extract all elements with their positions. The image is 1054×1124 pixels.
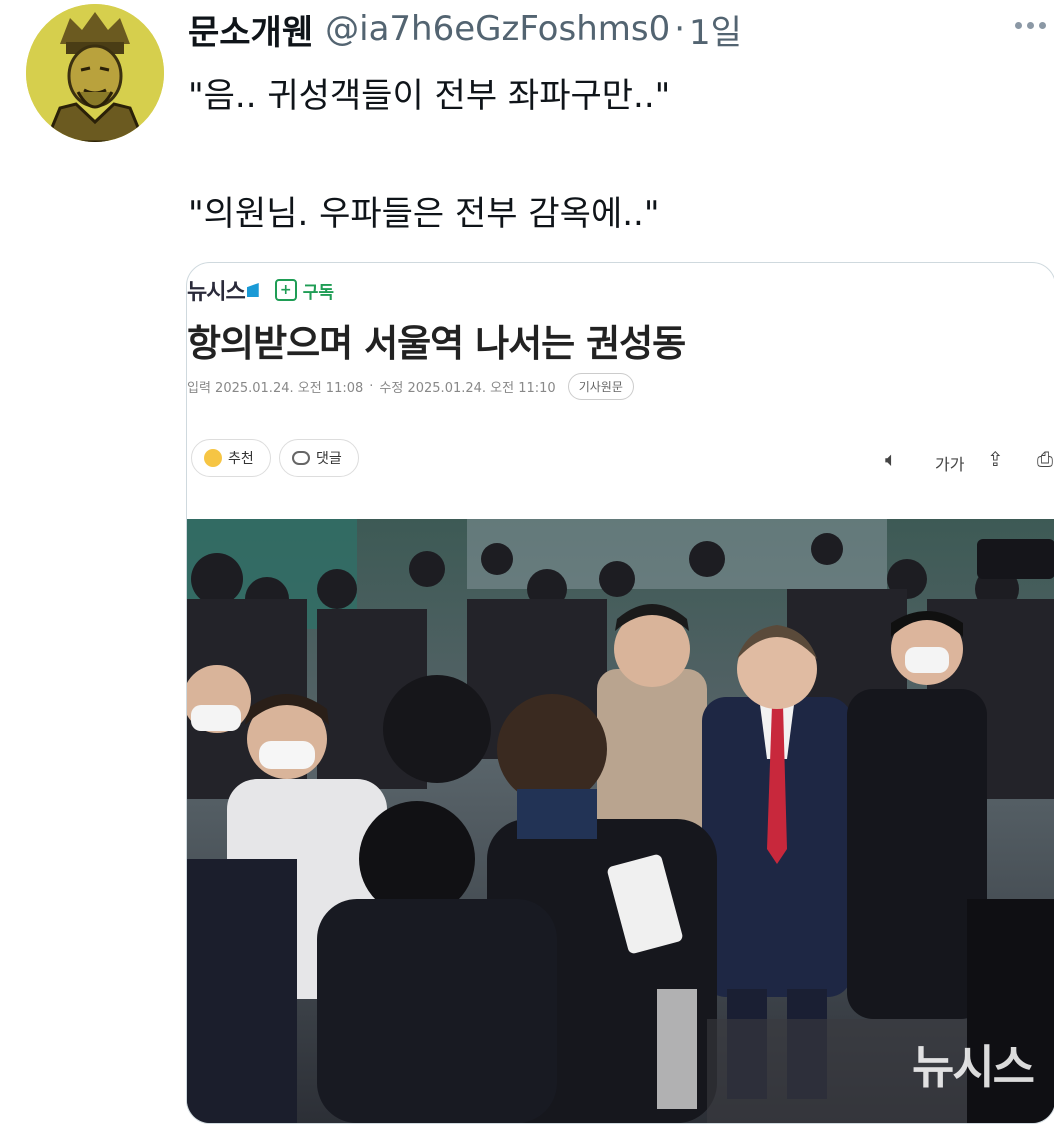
speaker-icon[interactable]: 🔈︎ [885, 447, 897, 471]
photo-watermark: 뉴시스 [912, 1040, 1035, 1094]
brand-logo[interactable]: 뉴시스 [187, 274, 246, 306]
modified-time: 수정 2025.01.24. 오전 11:10 [379, 381, 556, 396]
plus-icon: + [274, 279, 297, 301]
news-photo: 뉴시스 [187, 519, 1054, 1123]
original-article-button[interactable]: 기사원문 [567, 373, 634, 400]
recommend-label: 추천 [228, 451, 254, 467]
subscribe-label: 구독 [302, 282, 335, 303]
published-time: 입력 2025.01.24. 오전 11:08 [187, 381, 364, 396]
print-icon[interactable]: ⎙ [1037, 447, 1053, 471]
article-meta: 입력 2025.01.24. 오전 11:08 · 수정 2025.01.24.… [187, 373, 634, 400]
avatar-portrait [26, 4, 164, 142]
share-icon[interactable]: ⇪ [987, 447, 1004, 471]
article-brand-row: 뉴시스 + 구독 [187, 273, 334, 307]
article-headline: 항의받으며 서울역 나서는 권성동 [187, 322, 686, 365]
font-size-button[interactable]: 가가 [935, 451, 964, 475]
tweet-text-line-2: "의원님. 우파들은 전부 감옥에.." [188, 194, 660, 234]
meta-separator: · [369, 379, 374, 394]
attached-image-card[interactable]: 뉴시스 + 구독 항의받으며 서울역 나서는 권성동 입력 2025.01.24… [186, 262, 1054, 1124]
display-name[interactable]: 문소개웬 [188, 5, 313, 54]
comment-bubble-icon [292, 451, 310, 465]
subscribe-button[interactable]: + 구독 [274, 278, 335, 303]
brand-mark-icon [246, 283, 259, 297]
more-icon[interactable] [1010, 10, 1050, 40]
header-separator: · [674, 9, 686, 49]
smile-icon [204, 449, 222, 467]
avatar[interactable] [26, 4, 164, 142]
timestamp[interactable]: 1일 [689, 5, 742, 54]
tweet-text-line-1: "음.. 귀성객들이 전부 좌파구만.." [188, 76, 671, 116]
comment-button[interactable]: 댓글 [279, 439, 359, 477]
tweet-header: 문소개웬 @ia7h6eGzFoshms0 · 1일 [188, 4, 742, 54]
comment-label: 댓글 [316, 451, 342, 467]
user-handle[interactable]: @ia7h6eGzFoshms0 [325, 9, 670, 49]
recommend-button[interactable]: 추천 [191, 439, 271, 477]
